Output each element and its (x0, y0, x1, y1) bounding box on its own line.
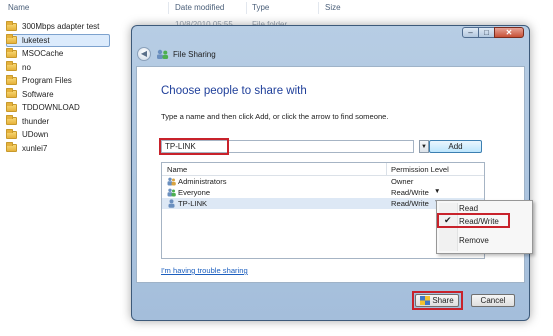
column-separator[interactable] (386, 163, 387, 175)
dialog-navigation-bar: ◀ File Sharing (137, 44, 216, 64)
column-header-type[interactable]: Type (252, 0, 269, 16)
share-highlight-box (412, 291, 463, 310)
maximize-icon: □ (484, 27, 489, 37)
file-sharing-icon (157, 49, 169, 59)
name-dropdown-button[interactable]: ▼ (419, 140, 429, 153)
sharing-row-name: Administrators (178, 177, 227, 186)
menu-item-remove[interactable]: Remove (459, 236, 489, 245)
folder-icon (6, 34, 17, 45)
input-highlight-box (159, 138, 229, 155)
column-header-size[interactable]: Size (325, 0, 341, 16)
user-icon (168, 199, 175, 208)
file-sharing-dialog: – □ ✕ ◀ File Sharing Choose people to sh… (131, 25, 530, 321)
folder-icon (6, 88, 17, 99)
column-separator[interactable] (318, 2, 319, 14)
folder-icon (6, 20, 17, 31)
folder-icon (6, 74, 17, 85)
folder-icon (6, 47, 17, 58)
back-arrow-icon: ◀ (140, 49, 148, 58)
minimize-button[interactable]: – (462, 27, 479, 38)
file-name: thunder (22, 116, 50, 126)
sharing-row-name: Everyone (178, 188, 211, 197)
add-button[interactable]: Add (429, 140, 482, 153)
dialog-title: File Sharing (173, 49, 216, 59)
chevron-down-icon: ▼ (421, 143, 427, 150)
file-name: xunlei7 (22, 143, 48, 153)
file-name: no (22, 62, 31, 72)
back-button[interactable]: ◀ (137, 47, 151, 61)
read-write-highlight-box (437, 213, 510, 228)
column-separator[interactable] (246, 2, 247, 14)
file-name: Program Files (22, 76, 72, 86)
file-name: Software (22, 89, 54, 99)
menu-item-read[interactable]: Read (459, 204, 478, 213)
file-name: MSOCache (22, 49, 64, 59)
file-name: UDown (22, 130, 49, 140)
column-header-permission[interactable]: Permission Level (391, 165, 449, 174)
sharing-row-permission[interactable]: Read/Write (391, 199, 429, 208)
column-header-date[interactable]: Date modified (175, 0, 224, 16)
column-separator[interactable] (168, 2, 169, 14)
folder-icon (6, 128, 17, 139)
close-button[interactable]: ✕ (494, 27, 524, 38)
maximize-button[interactable]: □ (478, 27, 495, 38)
trouble-sharing-link[interactable]: I'm having trouble sharing (161, 266, 248, 275)
file-name: 300Mbps adapter test (22, 22, 100, 32)
permission-dropdown-icon[interactable]: ▼ (434, 188, 440, 195)
sharing-row-permission[interactable]: Read/Write (391, 188, 429, 197)
users-icon (167, 188, 176, 197)
minimize-icon: – (468, 27, 473, 37)
column-header-name[interactable]: Name (167, 165, 187, 174)
cancel-button[interactable]: Cancel (471, 294, 515, 307)
close-icon: ✕ (505, 27, 513, 37)
column-header-name[interactable]: Name (8, 0, 29, 16)
folder-icon (6, 101, 17, 112)
file-name: TDDOWNLOAD (22, 103, 80, 113)
sharing-row-everyone[interactable]: Everyone Read/Write ▼ (162, 187, 484, 198)
file-name: luketest (22, 35, 50, 45)
folder-icon (6, 142, 17, 153)
folder-icon (6, 115, 17, 126)
sharing-row-administrators[interactable]: Administrators Owner (162, 176, 484, 187)
sharing-list-header: Name Permission Level (162, 163, 484, 176)
dialog-footer: Share Cancel (132, 283, 529, 318)
caption-buttons: – □ ✕ (462, 27, 524, 38)
sharing-row-permission: Owner (391, 177, 414, 186)
dialog-heading: Choose people to share with (161, 85, 307, 97)
sharing-row-name: TP-LINK (178, 199, 208, 208)
users-icon (167, 177, 176, 186)
folder-icon (6, 61, 17, 72)
instruction-text: Type a name and then click Add, or click… (161, 112, 389, 121)
